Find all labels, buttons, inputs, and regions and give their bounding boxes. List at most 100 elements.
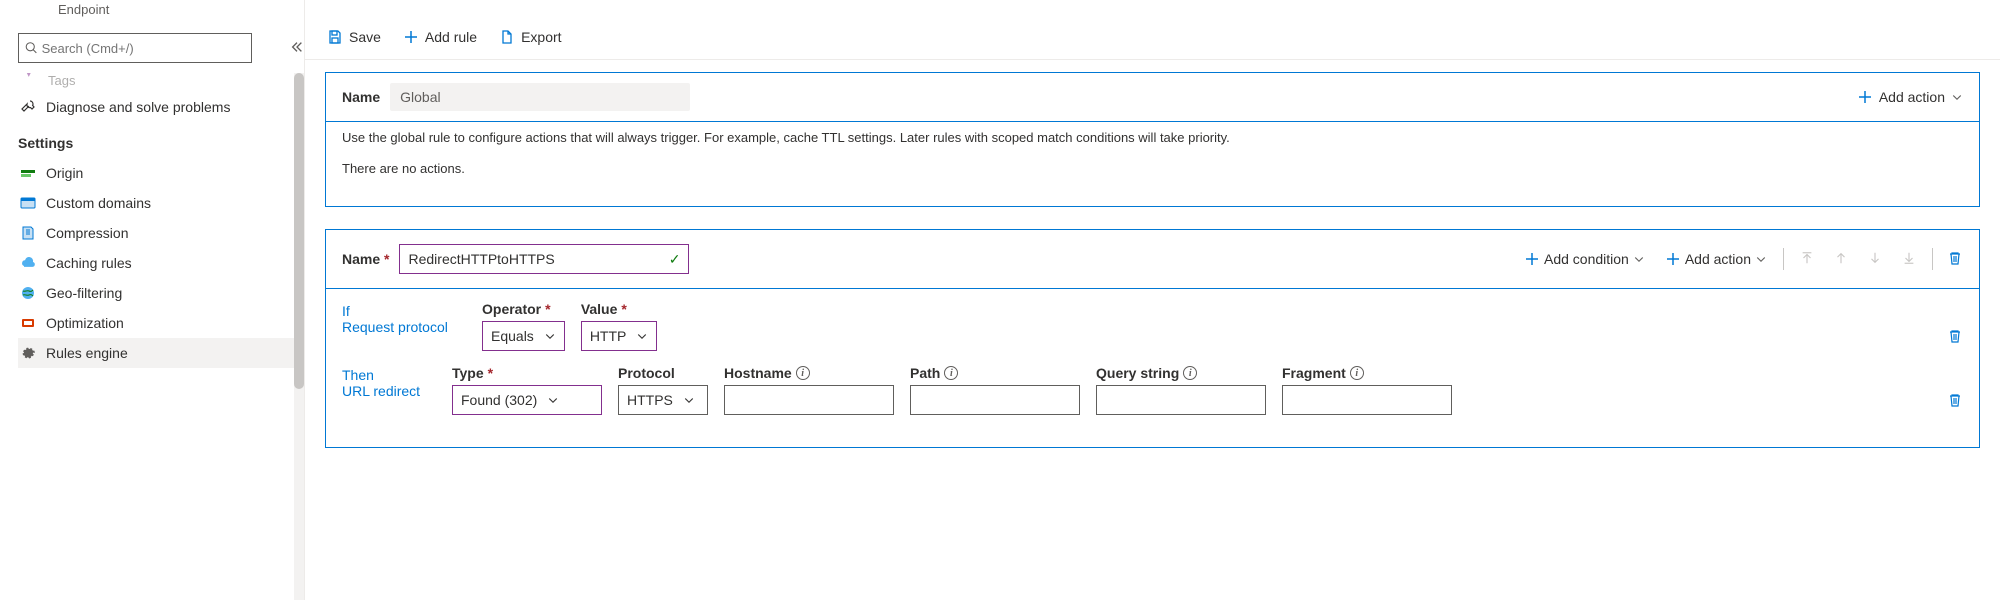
sidebar-item-rules-engine[interactable]: Rules engine [18, 338, 294, 368]
gear-icon [20, 345, 36, 361]
type-select[interactable]: Found (302) [452, 385, 602, 415]
wrench-icon [20, 99, 36, 115]
name-label: Name [342, 89, 380, 105]
origin-icon [20, 165, 36, 181]
rule-name-value: RedirectHTTPtoHTTPS [408, 251, 554, 267]
protocol-select[interactable]: HTTPS [618, 385, 708, 415]
path-input[interactable] [910, 385, 1080, 415]
plus-icon [1524, 251, 1540, 267]
hostname-input[interactable] [724, 385, 894, 415]
add-action-button[interactable]: Add action [1655, 247, 1777, 271]
operator-label: Operator * [482, 301, 565, 317]
global-rule-empty: There are no actions. [342, 161, 1963, 176]
value-value: HTTP [590, 328, 627, 344]
action-subject: URL redirect [342, 383, 452, 399]
info-icon[interactable]: i [796, 366, 810, 380]
value-label: Value * [581, 301, 658, 317]
rule-name-input[interactable]: RedirectHTTPtoHTTPS ✓ [399, 244, 689, 274]
operator-select[interactable]: Equals [482, 321, 565, 351]
protocol-label: Protocol [618, 365, 708, 381]
toolbar-label: Export [521, 29, 561, 45]
delete-condition-button[interactable] [1947, 328, 1963, 351]
info-icon[interactable]: i [944, 366, 958, 380]
querystring-input[interactable] [1096, 385, 1266, 415]
trash-icon [1947, 392, 1963, 408]
trash-icon [1947, 250, 1963, 266]
sidebar-item-compression[interactable]: Compression [18, 218, 294, 248]
if-keyword: If [342, 303, 482, 319]
sidebar-item-label: Diagnose and solve problems [46, 99, 230, 115]
global-rule-description: Use the global rule to configure actions… [342, 130, 1963, 145]
sidebar-item-label: Rules engine [46, 345, 128, 361]
value-select[interactable]: HTTP [581, 321, 658, 351]
name-label: Name * [342, 251, 389, 267]
add-action-label: Add action [1879, 89, 1945, 105]
fragment-input[interactable] [1282, 385, 1452, 415]
global-rule-card: Name Add action Use the global rule to c… [325, 72, 1980, 207]
sidebar-scrollbar[interactable] [294, 73, 304, 600]
search-input[interactable] [42, 41, 245, 56]
add-action-label: Add action [1685, 251, 1751, 267]
delete-rule-button[interactable] [1947, 250, 1963, 269]
save-button[interactable]: Save [325, 25, 383, 49]
export-button[interactable]: Export [497, 25, 563, 49]
sidebar-item-custom-domains[interactable]: Custom domains [18, 188, 294, 218]
plus-icon [1857, 89, 1873, 105]
move-to-top-button [1790, 247, 1824, 272]
cloud-icon [20, 255, 36, 271]
then-keyword: Then [342, 367, 452, 383]
arrow-down-icon [1868, 251, 1882, 265]
sidebar-item-origin[interactable]: Origin [18, 158, 294, 188]
resource-type: Endpoint [18, 0, 304, 33]
add-rule-button[interactable]: Add rule [401, 25, 479, 49]
chevron-down-icon [1633, 253, 1645, 265]
sidebar-item-label: Optimization [46, 315, 124, 331]
toolbar-label: Save [349, 29, 381, 45]
plus-icon [403, 29, 419, 45]
check-icon: ✓ [669, 251, 681, 268]
plus-icon [1665, 251, 1681, 267]
optimization-icon [20, 315, 36, 331]
arrow-up-icon [1834, 251, 1848, 265]
sidebar-item-geo-filtering[interactable]: Geo-filtering [18, 278, 294, 308]
sidebar-item-caching-rules[interactable]: Caching rules [18, 248, 294, 278]
sidebar-item-label: Caching rules [46, 255, 132, 271]
domain-icon [20, 195, 36, 211]
sidebar-item-label: Compression [46, 225, 128, 241]
sidebar-item-diagnose[interactable]: Diagnose and solve problems [18, 92, 294, 122]
nav-truncated-item[interactable]: Tags [18, 73, 294, 92]
type-value: Found (302) [461, 392, 537, 408]
move-to-bottom-button [1892, 247, 1926, 272]
sidebar-item-optimization[interactable]: Optimization [18, 308, 294, 338]
fragment-label: Fragment i [1282, 365, 1452, 381]
move-down-button [1858, 247, 1892, 272]
add-action-button[interactable]: Add action [1857, 89, 1963, 105]
separator [1932, 248, 1933, 270]
rule-card: Name * RedirectHTTPtoHTTPS ✓ Add conditi… [325, 229, 1980, 448]
querystring-label: Query string i [1096, 365, 1266, 381]
sidebar-heading-settings: Settings [18, 128, 294, 158]
chevron-down-icon [636, 330, 648, 342]
chevron-down-icon [544, 330, 556, 342]
sidebar-item-label: Origin [46, 165, 83, 181]
sidebar-item-label: Geo-filtering [46, 285, 122, 301]
sidebar-item-label: Custom domains [46, 195, 151, 211]
search-input-wrap[interactable] [18, 33, 252, 63]
chevron-down-icon [547, 394, 559, 406]
add-condition-label: Add condition [1544, 251, 1629, 267]
toolbar: Save Add rule Export [305, 14, 2000, 60]
info-icon[interactable]: i [1350, 366, 1364, 380]
action-row: Then URL redirect Type * Found (302) [342, 365, 1963, 415]
collapse-sidebar-button[interactable] [290, 40, 304, 57]
info-icon[interactable]: i [1183, 366, 1197, 380]
trash-icon [1947, 328, 1963, 344]
add-condition-button[interactable]: Add condition [1514, 247, 1655, 271]
arrow-top-icon [1800, 251, 1814, 265]
hostname-label: Hostname i [724, 365, 894, 381]
global-name-input [390, 83, 690, 111]
export-icon [499, 29, 515, 45]
condition-row: If Request protocol Operator * Equals [342, 301, 1963, 351]
delete-action-button[interactable] [1947, 392, 1963, 415]
globe-icon [20, 285, 36, 301]
scrollbar-thumb[interactable] [294, 73, 304, 389]
